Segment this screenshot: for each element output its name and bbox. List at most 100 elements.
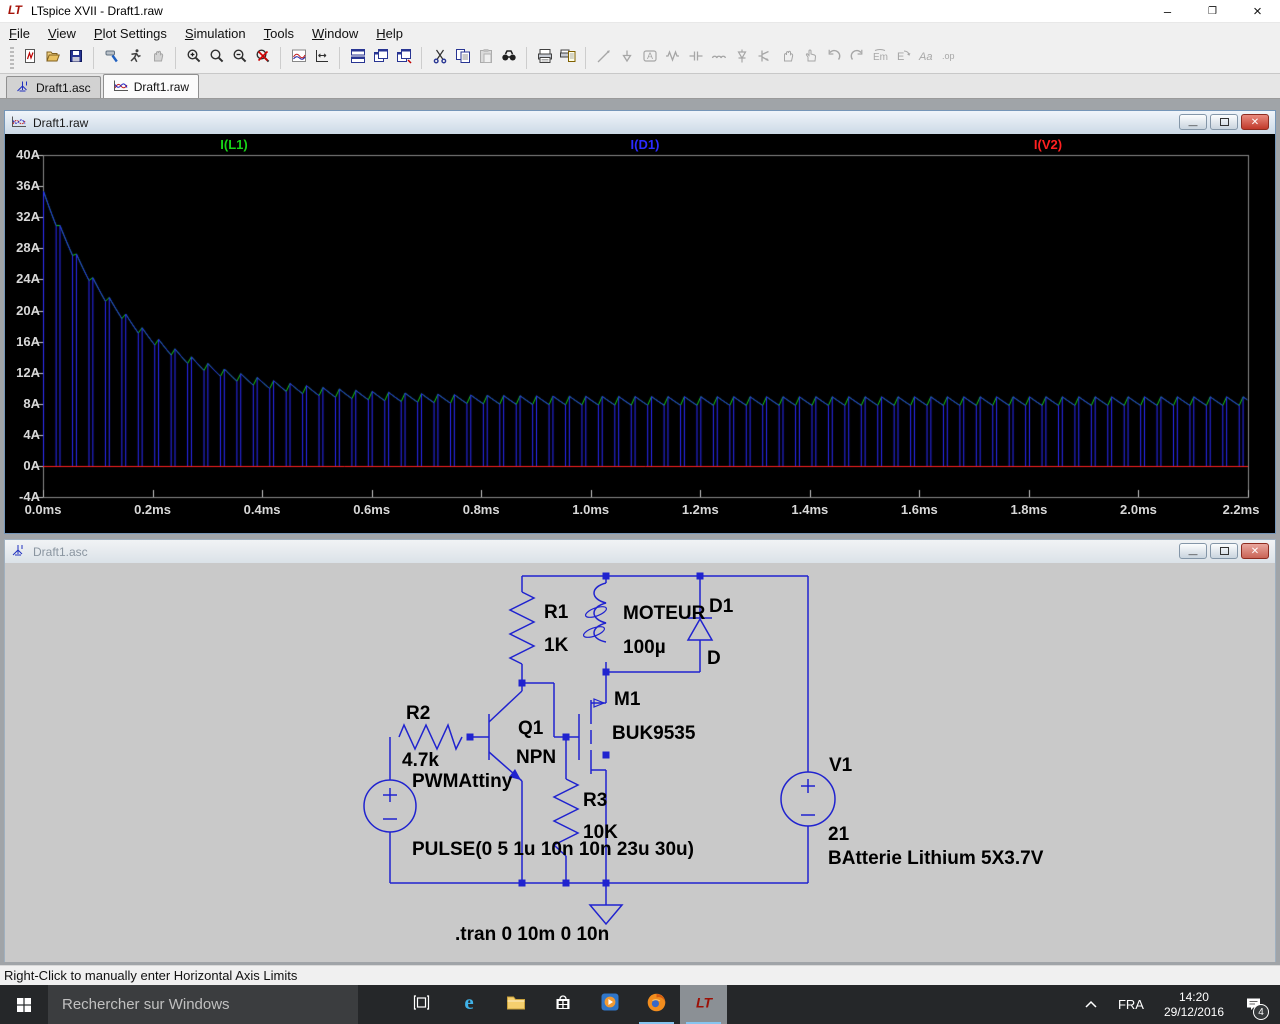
window-title: LTspice XVII - Draft1.raw	[31, 4, 163, 18]
resistor-button	[661, 46, 684, 70]
diode-icon	[734, 48, 750, 69]
tile-vertical-button[interactable]	[346, 46, 369, 70]
edge-icon: e	[458, 990, 480, 1018]
control-panel-button[interactable]	[100, 46, 123, 70]
schematic-minimize-button[interactable]	[1179, 543, 1207, 559]
x-axis-tick-label: 1.6ms	[900, 502, 938, 517]
print-icon	[537, 48, 553, 69]
tile-horizontal-icon	[373, 48, 389, 69]
language-indicator[interactable]: FRA	[1110, 997, 1152, 1012]
waveform-canvas[interactable]	[5, 134, 1275, 533]
schematic-label: BAtterie Lithium 5X3.7V	[828, 848, 1044, 869]
menu-item-tools[interactable]: Tools	[255, 26, 303, 41]
taskbar: e LT FRA 14:20 29/12/2016 4	[0, 985, 1280, 1024]
start-button[interactable]	[0, 985, 48, 1024]
schematic-label: 100µ	[623, 637, 666, 658]
clock[interactable]: 14:20 29/12/2016	[1156, 990, 1232, 1020]
move-icon	[780, 48, 796, 69]
tab-draft1.asc[interactable]: Draft1.asc	[6, 76, 101, 98]
firefox-icon	[646, 992, 667, 1018]
trace-label-I(L1)[interactable]: I(L1)	[174, 137, 294, 152]
schematic-label: R1	[544, 602, 569, 623]
waveform-plot-area[interactable]: I(L1) I(D1) I(V2) 40A 36A 32A 28A 24A 20A 16A 12A…	[5, 134, 1275, 533]
menu-item-view[interactable]: View	[39, 26, 85, 41]
waveform-window-titlebar[interactable]: Draft1.raw	[5, 111, 1275, 134]
zoom-in-button[interactable]	[182, 46, 205, 70]
cut-button[interactable]	[428, 46, 451, 70]
schematic-restore-button[interactable]	[1210, 543, 1238, 559]
menu-item-plot-settings[interactable]: Plot Settings	[85, 26, 176, 41]
tab-draft1.raw[interactable]: Draft1.raw	[102, 74, 200, 98]
cascade-button[interactable]	[392, 46, 415, 70]
print-preview-button[interactable]	[556, 46, 579, 70]
task-view-icon	[413, 994, 430, 1016]
x-axis-tick-label: 0.4ms	[243, 502, 281, 517]
svg-text:e: e	[464, 991, 473, 1013]
zoom-out-button[interactable]	[228, 46, 251, 70]
trace-label-I(V2)[interactable]: I(V2)	[988, 137, 1108, 152]
taskbar-search[interactable]	[48, 985, 358, 1024]
plot-settings-button[interactable]	[287, 46, 310, 70]
taskbar-app-file-explorer[interactable]	[492, 985, 539, 1024]
schematic-canvas-area[interactable]: R1 1K MOTEUR 100µ D1 D M1 BUK9535 R2 4.7k Q1 NPN PWM…	[5, 563, 1275, 962]
wire-icon	[596, 48, 612, 69]
y-axis-tick-label: 32A	[16, 209, 40, 225]
svg-text:LT: LT	[8, 3, 23, 17]
taskbar-app-ltspice[interactable]: LT	[680, 985, 727, 1024]
mirror-button: Em	[868, 46, 891, 70]
toolbar-separator	[93, 47, 100, 69]
spice-directive-icon: .op	[941, 48, 957, 69]
taskbar-app-task-view[interactable]	[398, 985, 445, 1024]
taskbar-app-store[interactable]	[539, 985, 586, 1024]
minimize-button[interactable]	[1145, 0, 1190, 23]
taskbar-app-edge[interactable]: e	[445, 985, 492, 1024]
x-axis-tick-label: 2.2ms	[1222, 502, 1260, 517]
toolbar-separator	[339, 47, 346, 69]
new-schematic-button[interactable]	[18, 46, 41, 70]
svg-text:E: E	[897, 51, 904, 63]
menu-item-simulation[interactable]: Simulation	[176, 26, 255, 41]
redo-button	[845, 46, 868, 70]
undo-button	[822, 46, 845, 70]
zoom-back-button[interactable]	[205, 46, 228, 70]
taskbar-app-firefox[interactable]	[633, 985, 680, 1024]
diode-button	[730, 46, 753, 70]
waveform-close-button[interactable]	[1241, 114, 1269, 130]
schematic-close-button[interactable]	[1241, 543, 1269, 559]
menu-item-file[interactable]: File	[0, 26, 39, 41]
run-button[interactable]	[123, 46, 146, 70]
schematic-drawing[interactable]: R1 1K MOTEUR 100µ D1 D M1 BUK9535 R2 4.7k Q1 NPNPWM…	[5, 563, 1275, 962]
tile-horizontal-button[interactable]	[369, 46, 392, 70]
waveform-minimize-button[interactable]	[1179, 114, 1207, 130]
ltspice-icon: LT	[693, 993, 715, 1016]
menu-item-help[interactable]: Help	[367, 26, 412, 41]
close-button[interactable]	[1235, 0, 1280, 23]
save-button[interactable]	[64, 46, 87, 70]
schematic-window-titlebar[interactable]: Draft1.asc	[5, 540, 1275, 563]
copy-button[interactable]	[451, 46, 474, 70]
schematic-file-icon	[11, 543, 27, 560]
toolbar-separator	[585, 47, 592, 69]
menu-item-window[interactable]: Window	[303, 26, 367, 41]
open-icon	[45, 48, 61, 69]
label-icon: A	[642, 48, 658, 69]
print-button[interactable]	[533, 46, 556, 70]
zoom-in-icon	[186, 48, 202, 69]
tray-chevron-icon[interactable]	[1076, 997, 1106, 1013]
waveform-restore-button[interactable]	[1210, 114, 1238, 130]
maximize-button[interactable]	[1190, 0, 1235, 23]
schematic-tab-icon	[16, 80, 31, 96]
notifications-button[interactable]: 4	[1236, 985, 1270, 1024]
halt-button	[146, 46, 169, 70]
taskbar-app-media-player[interactable]	[586, 985, 633, 1024]
trace-label-I(D1)[interactable]: I(D1)	[585, 137, 705, 152]
find-button[interactable]	[497, 46, 520, 70]
zoom-extents-button[interactable]	[251, 46, 274, 70]
y-axis-tick-label: 12A	[16, 364, 40, 380]
open-button[interactable]	[41, 46, 64, 70]
autorange-button[interactable]	[310, 46, 333, 70]
zoom-extents-icon	[255, 48, 271, 69]
schematic-label: V1	[829, 755, 853, 776]
search-input[interactable]	[48, 985, 358, 1024]
inductor-icon	[711, 48, 727, 69]
